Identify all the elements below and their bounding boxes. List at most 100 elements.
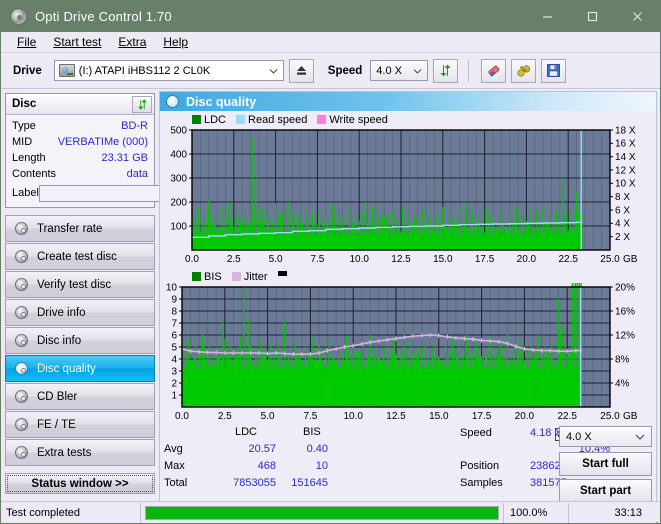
- menu-start-test[interactable]: Start test: [45, 33, 110, 51]
- legend-label-read-speed: Read speed: [248, 113, 308, 126]
- svg-text:4: 4: [171, 354, 177, 365]
- stats-samples-label: Samples: [460, 477, 503, 489]
- sidebar-item-label: Verify test disc: [37, 278, 112, 291]
- svg-text:2 X: 2 X: [615, 232, 630, 243]
- sidebar-item-label: Disc quality: [37, 362, 96, 375]
- disc-row-label: Label: [12, 183, 242, 203]
- svg-text:400: 400: [170, 149, 187, 160]
- drive-select[interactable]: (I:) ATAPI iHBS112 2 CL0K: [53, 60, 284, 81]
- start-full-button[interactable]: Start full: [559, 452, 652, 476]
- menu-extra[interactable]: Extra: [110, 33, 155, 51]
- stats-row-max: Max: [164, 460, 185, 472]
- erase-button[interactable]: [481, 58, 507, 83]
- svg-text:3: 3: [171, 366, 177, 377]
- legend-swatch-read-speed: [236, 115, 246, 124]
- stats-ldc-max: 468: [257, 460, 276, 472]
- drive-label: Drive: [13, 64, 42, 77]
- stats-ldc-total: 7853055: [233, 477, 276, 489]
- drive-select-value: (I:) ATAPI iHBS112 2 CL0K: [78, 64, 211, 77]
- sidebar-item-create-test-disc[interactable]: Create test disc: [5, 243, 155, 270]
- svg-text:200: 200: [170, 197, 187, 208]
- stats-speed-label: Speed: [460, 427, 492, 439]
- disc-extra-icon: [14, 445, 29, 460]
- disc-length-label: Length: [12, 152, 46, 164]
- svg-text:18 X: 18 X: [615, 126, 636, 136]
- sidebar-item-cd-bler[interactable]: CD Bler: [5, 383, 155, 410]
- stats-col-bis: BIS: [303, 426, 321, 438]
- disc-contents-value: data: [126, 168, 148, 180]
- menu-file[interactable]: File: [9, 33, 45, 51]
- svg-text:300: 300: [170, 173, 187, 184]
- disc-check-icon: [14, 277, 29, 292]
- sidebar-item-disc-info[interactable]: Disc info: [5, 327, 155, 354]
- disc-length-value: 23.31 GB: [101, 152, 148, 164]
- tools-button[interactable]: [511, 58, 537, 83]
- stats-row-total: Total: [164, 477, 188, 489]
- sidebar-item-drive-info[interactable]: Drive info: [5, 299, 155, 326]
- chart-ldc-readspeed: 100 200 300 400 500 2 X 4 X 6 X 8 X 10 X 12 X 14 X 1…: [160, 126, 656, 267]
- legend-ldc: LDC: [192, 114, 226, 126]
- legend-swatch-jitter: [231, 272, 241, 281]
- svg-text:20.0: 20.0: [515, 411, 535, 422]
- stats-speed-value: 4.18 X: [530, 427, 562, 439]
- page-title: Disc quality: [186, 94, 257, 109]
- speed-select-value: 4.0 X: [376, 64, 402, 77]
- start-part-button[interactable]: Start part: [559, 479, 652, 503]
- svg-text:15.0: 15.0: [433, 254, 453, 265]
- sidebar-item-label: Disc info: [37, 334, 82, 347]
- svg-text:4%: 4%: [615, 378, 630, 389]
- svg-text:15.0: 15.0: [429, 411, 449, 422]
- status-window-button[interactable]: Status window >>: [5, 473, 155, 494]
- svg-text:10.0: 10.0: [343, 411, 363, 422]
- svg-text:7.5: 7.5: [310, 254, 324, 265]
- speed-select[interactable]: 4.0 X: [370, 60, 429, 81]
- disc-row-type: Type BD-R: [12, 118, 148, 134]
- sidebar: Disc Type BD-R MID VERBATIMe (000) Lengt…: [1, 89, 242, 497]
- disc-mid-value: VERBATIMe (000): [57, 136, 148, 148]
- disc-panel-header: Disc: [6, 94, 154, 115]
- progress-bar-cell: [141, 503, 503, 523]
- sidebar-item-verify-test-disc[interactable]: Verify test disc: [5, 271, 155, 298]
- sidebar-item-fe-te[interactable]: FE / TE: [5, 411, 155, 438]
- sidebar-item-label: CD Bler: [37, 390, 78, 403]
- svg-text:10.0: 10.0: [349, 254, 369, 265]
- legend-bis: BIS: [192, 271, 222, 283]
- chart-bis-jitter: 1 2 3 4 5 6 7 8 9 10 4% 8% 12% 16% 20% 0.0 2.5 5.0 7.5 10.0…: [160, 283, 656, 424]
- test-speed-select[interactable]: 4.0 X: [559, 426, 652, 447]
- legend-label-jitter: Jitter: [243, 270, 268, 283]
- menu-start-test-label: Start test: [53, 35, 102, 49]
- legend-swatch-write-speed: [317, 115, 327, 124]
- maximize-icon[interactable]: [570, 1, 615, 32]
- svg-text:10: 10: [166, 283, 178, 293]
- menu-help[interactable]: Help: [155, 33, 197, 51]
- speed-label: Speed: [327, 64, 363, 77]
- stats-col-ldc: LDC: [235, 426, 258, 438]
- legend-label-ldc: LDC: [204, 113, 227, 126]
- sidebar-item-extra-tests[interactable]: Extra tests: [5, 439, 155, 466]
- drive-toolbar: Drive (I:) ATAPI iHBS112 2 CL0K Speed 4.…: [1, 53, 660, 89]
- disc-quality-icon: [166, 95, 179, 108]
- svg-text:22.5: 22.5: [558, 254, 578, 265]
- minimize-icon[interactable]: [525, 1, 570, 32]
- svg-text:20.0: 20.0: [517, 254, 537, 265]
- svg-text:8: 8: [171, 306, 177, 317]
- svg-text:7: 7: [171, 318, 177, 329]
- disc-row-mid: MID VERBATIMe (000): [12, 134, 148, 150]
- svg-text:2.5: 2.5: [227, 254, 241, 265]
- svg-text:12 X: 12 X: [615, 165, 636, 176]
- refresh-button[interactable]: [433, 58, 459, 83]
- sidebar-item-label: Extra tests: [37, 446, 92, 459]
- svg-text:12.5: 12.5: [386, 411, 406, 422]
- eject-button[interactable]: [288, 58, 314, 83]
- sidebar-item-disc-quality[interactable]: Disc quality: [5, 355, 155, 382]
- svg-text:6 X: 6 X: [615, 205, 630, 216]
- disc-refresh-button[interactable]: [132, 95, 152, 113]
- svg-text:25.0: 25.0: [600, 254, 620, 265]
- close-icon[interactable]: [615, 1, 660, 32]
- sidebar-item-transfer-rate[interactable]: Transfer rate: [5, 215, 155, 242]
- svg-text:22.5: 22.5: [557, 411, 577, 422]
- save-button[interactable]: [541, 58, 567, 83]
- svg-text:5.0: 5.0: [261, 411, 275, 422]
- title-bar: Opti Drive Control 1.70: [1, 1, 660, 32]
- svg-text:2.5: 2.5: [218, 411, 232, 422]
